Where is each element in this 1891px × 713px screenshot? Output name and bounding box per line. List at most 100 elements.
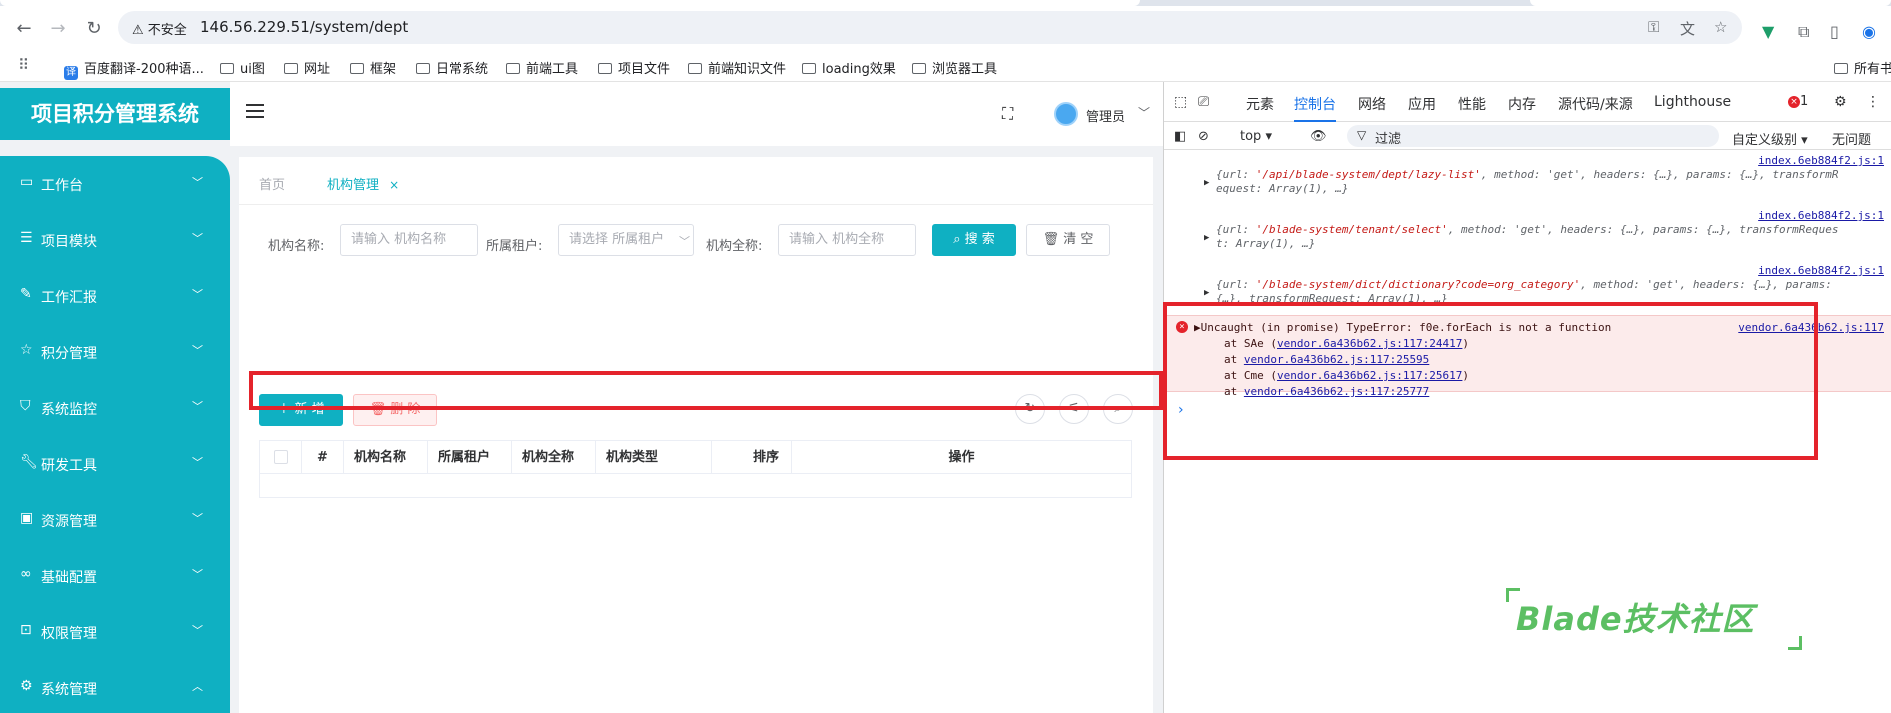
sidebar-item-resource[interactable]: ▣ 资源管理 ﹀ [0, 492, 230, 548]
log-level-select[interactable]: 自定义级别 ▾ [1732, 129, 1808, 148]
issues-button[interactable]: 无问题 [1832, 129, 1871, 148]
more-options-icon[interactable]: ⋮ [1866, 94, 1880, 110]
sidebar-item-report[interactable]: ✎ 工作汇报 ﹀ [0, 268, 230, 324]
sidebar-item-baseconfig[interactable]: ∞ 基础配置 ﹀ [0, 548, 230, 604]
security-warning[interactable]: ⚠ 不安全 [132, 19, 187, 38]
console-filter-input[interactable]: ▽ 过滤 [1347, 125, 1719, 147]
eye-icon[interactable]: 👁︎ [1310, 129, 1327, 144]
translate-icon[interactable]: 文 [1680, 18, 1695, 39]
bookmark-folder[interactable]: 网址 [284, 58, 330, 77]
bookmark-folder[interactable]: 框架 [350, 58, 396, 77]
column-header[interactable]: 操作 [792, 441, 1131, 474]
context-select[interactable]: top ▾ [1240, 129, 1272, 144]
column-header[interactable]: 机构名称 [344, 441, 428, 474]
app-logo-title: 项目积分管理系统 [0, 88, 230, 140]
tab-dept[interactable]: 机构管理 × [327, 174, 399, 193]
tab-sources[interactable]: 源代码/来源 [1558, 94, 1633, 114]
tab-memory[interactable]: 内存 [1508, 94, 1536, 114]
column-header[interactable]: 机构全称 [512, 441, 596, 474]
fullname-input[interactable]: 请输入 机构全称 [778, 224, 916, 256]
key-icon[interactable]: ⚿ [1648, 18, 1659, 36]
device-toolbar-icon[interactable]: ⎚ [1198, 94, 1209, 110]
bookmark-folder[interactable]: loading效果 [802, 58, 896, 77]
column-header[interactable]: # [302, 441, 344, 474]
sidepanel-icon[interactable]: ▯ [1830, 22, 1839, 41]
sidebar-toggle-icon[interactable]: ◧ [1174, 129, 1186, 144]
star-icon[interactable]: ☆ [1714, 18, 1727, 36]
profile-icon[interactable]: ◉ [1862, 22, 1876, 41]
tab-network[interactable]: 网络 [1358, 94, 1386, 114]
main-content: 首页 机构管理 × 机构名称: 请输入 机构名称 所属租户: 请选择 所属租户 … [239, 157, 1153, 713]
search-button[interactable]: ⌕ 搜 索 [932, 224, 1016, 256]
column-header[interactable]: 所属租户 [428, 441, 512, 474]
tab-lighthouse[interactable]: Lighthouse [1654, 94, 1731, 110]
sidebar-item-workbench[interactable]: ▭ 工作台 ﹀ [0, 156, 230, 212]
wallet-icon: ▣ [20, 510, 34, 526]
chevron-down-icon: ﹀ [192, 568, 203, 581]
security-label: 不安全 [147, 23, 187, 38]
vue-devtools-icon[interactable]: ▼ [1762, 22, 1774, 41]
user-name[interactable]: 管理员 [1086, 106, 1125, 125]
tab-performance[interactable]: 性能 [1458, 94, 1486, 114]
apps-icon[interactable]: ⠿ [18, 56, 29, 74]
bookmark-folder[interactable]: 所有书 [1834, 58, 1891, 77]
folder-icon [688, 63, 702, 74]
url-text[interactable]: 146.56.229.51/system/dept [200, 18, 408, 36]
sidebar-item-devtools[interactable]: 🔧︎ 研发工具 ﹀ [0, 436, 230, 492]
expand-icon[interactable]: ▶ [1204, 233, 1209, 243]
tenant-label: 所属租户: [486, 239, 543, 254]
browser-toolbar: ← → ↻ ⚠ 不安全 146.56.229.51/system/dept ⚿ … [0, 6, 1891, 50]
error-count-badge[interactable]: × 1 [1788, 94, 1808, 109]
sidebar-item-points[interactable]: ☆ 积分管理 ﹀ [0, 324, 230, 380]
wrench-icon: 🔧︎ [20, 454, 38, 470]
reload-icon[interactable]: ↻ [80, 16, 108, 42]
lock-icon: ⊡ [20, 622, 32, 638]
forward-icon[interactable]: → [44, 16, 72, 42]
select-all-checkbox[interactable] [274, 450, 288, 464]
sidebar-item-monitor[interactable]: ⛉ 系统监控 ﹀ [0, 380, 230, 436]
bookmark-item[interactable]: 译百度翻译-200种语... [64, 58, 204, 80]
gear-icon[interactable]: ⚙ [1834, 94, 1847, 110]
close-icon[interactable]: × [389, 178, 399, 192]
sidebar-item-project[interactable]: ☰ 项目模块 ﹀ [0, 212, 230, 268]
tenant-select[interactable]: 请选择 所属租户 [558, 224, 694, 256]
bookmark-folder[interactable]: 项目文件 [598, 58, 670, 77]
tab-console[interactable]: 控制台 [1294, 94, 1336, 122]
page-tabs: 首页 机构管理 × [239, 157, 1153, 205]
menu-toggle-icon[interactable] [246, 104, 264, 122]
bookmark-folder[interactable]: 日常系统 [416, 58, 488, 77]
bookmark-folder[interactable]: 前端工具 [506, 58, 578, 77]
bookmarks-bar: ⠿ 译百度翻译-200种语... ui图 网址 框架 日常系统 前端工具 项目文… [0, 50, 1891, 82]
sidebar-item-system[interactable]: ⚙ 系统管理 ︿ [0, 660, 230, 713]
back-icon[interactable]: ← [10, 16, 38, 42]
fullscreen-icon[interactable]: ⛶ [1002, 104, 1013, 124]
tab-elements[interactable]: 元素 [1246, 94, 1274, 114]
extensions-icon[interactable]: ⧉ [1798, 22, 1809, 42]
sidebar-item-permission[interactable]: ⊡ 权限管理 ﹀ [0, 604, 230, 660]
column-header[interactable]: 机构类型 [596, 441, 712, 474]
chevron-down-icon[interactable]: ﹀ [1138, 104, 1150, 121]
address-bar[interactable]: ⚠ 不安全 146.56.229.51/system/dept ⚿ 文 ☆ [118, 11, 1742, 44]
clear-button[interactable]: 🗑︎ 清 空 [1026, 224, 1110, 256]
avatar[interactable] [1054, 102, 1078, 126]
log-source-link[interactable]: index.6eb884f2.js:1 [1758, 264, 1884, 277]
error-icon: × [1788, 96, 1800, 108]
tab-application[interactable]: 应用 [1408, 94, 1436, 114]
chevron-down-icon: ﹀ [679, 235, 690, 248]
expand-icon[interactable]: ▶ [1204, 288, 1209, 298]
chevron-down-icon: ﹀ [192, 512, 203, 525]
bookmark-folder[interactable]: ui图 [220, 58, 265, 77]
inspect-icon[interactable]: ⬚ [1174, 94, 1187, 110]
column-header[interactable]: 排序 [712, 441, 792, 474]
log-source-link[interactable]: index.6eb884f2.js:1 [1758, 209, 1884, 222]
chevron-up-icon: ︿ [192, 680, 203, 693]
trash-icon: 🗑︎ [1042, 232, 1060, 247]
dept-name-input[interactable]: 请输入 机构名称 [340, 224, 478, 256]
log-source-link[interactable]: index.6eb884f2.js:1 [1758, 154, 1884, 167]
sidebar: ▭ 工作台 ﹀ ☰ 项目模块 ﹀ ✎ 工作汇报 ﹀ ☆ 积分管理 ﹀ ⛉ 系统监控 ﹀ 🔧︎ 研发工具… [0, 156, 230, 713]
tab-home[interactable]: 首页 [259, 174, 285, 193]
expand-icon[interactable]: ▶ [1204, 178, 1209, 188]
bookmark-folder[interactable]: 前端知识文件 [688, 58, 786, 77]
bookmark-folder[interactable]: 浏览器工具 [912, 58, 997, 77]
clear-console-icon[interactable]: ⊘ [1198, 129, 1209, 144]
